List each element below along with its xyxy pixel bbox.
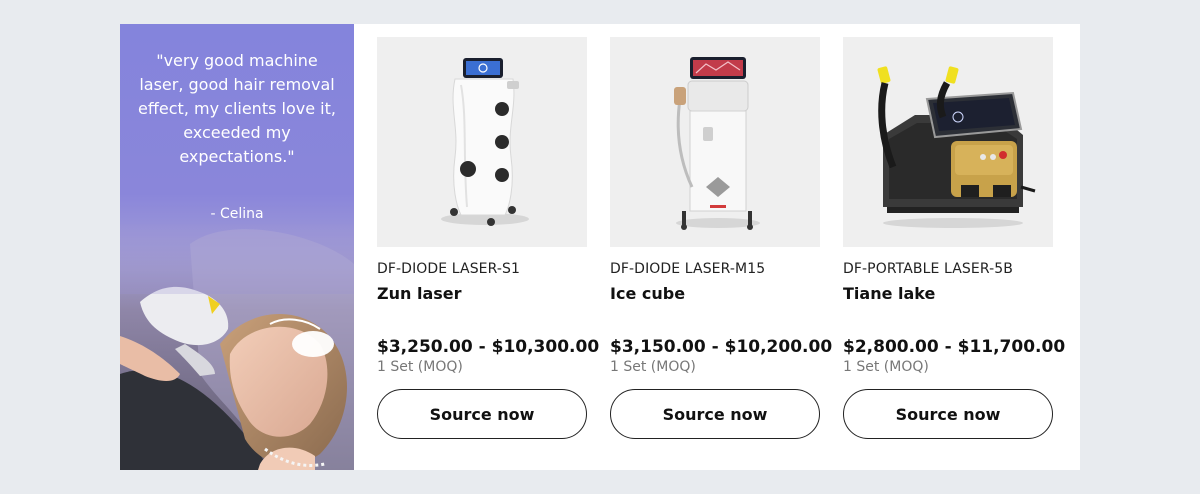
product-model: DF-DIODE LASER-M15 — [610, 261, 766, 277]
source-now-button[interactable]: Source now — [843, 389, 1053, 439]
product-price: $3,150.00 - $10,200.00 — [610, 337, 833, 357]
source-now-button[interactable]: Source now — [377, 389, 587, 439]
product-image[interactable] — [843, 37, 1053, 247]
product-moq: 1 Set (MOQ) — [377, 359, 463, 375]
testimonial-photo — [120, 224, 354, 470]
testimonial-quote: "very good machine laser, good hair remo… — [138, 51, 336, 166]
product-card[interactable]: DF-DIODE LASER-S1 Zun laser $3,250.00 - … — [377, 37, 599, 439]
product-name[interactable]: Ice cube — [610, 284, 820, 303]
product-model: DF-PORTABLE LASER-5B — [843, 261, 1013, 277]
product-image[interactable] — [377, 37, 587, 247]
product-name[interactable]: Zun laser — [377, 284, 587, 303]
product-name[interactable]: Tiane lake — [843, 284, 1053, 303]
product-card[interactable]: DF-PORTABLE LASER-5B Tiane lake $2,800.0… — [843, 37, 1065, 439]
product-image[interactable] — [610, 37, 820, 247]
source-now-button[interactable]: Source now — [610, 389, 820, 439]
testimonial-author: - Celina — [210, 206, 264, 222]
product-recommendation-card: "very good machine laser, good hair remo… — [120, 24, 1080, 470]
product-moq: 1 Set (MOQ) — [843, 359, 929, 375]
product-price: $2,800.00 - $11,700.00 — [843, 337, 1066, 357]
product-price: $3,250.00 - $10,300.00 — [377, 337, 600, 357]
product-model: DF-DIODE LASER-S1 — [377, 261, 521, 277]
testimonial-panel: "very good machine laser, good hair remo… — [120, 24, 354, 470]
product-moq: 1 Set (MOQ) — [610, 359, 696, 375]
product-card[interactable]: DF-DIODE LASER-M15 Ice cube $3,150.00 - … — [610, 37, 832, 439]
